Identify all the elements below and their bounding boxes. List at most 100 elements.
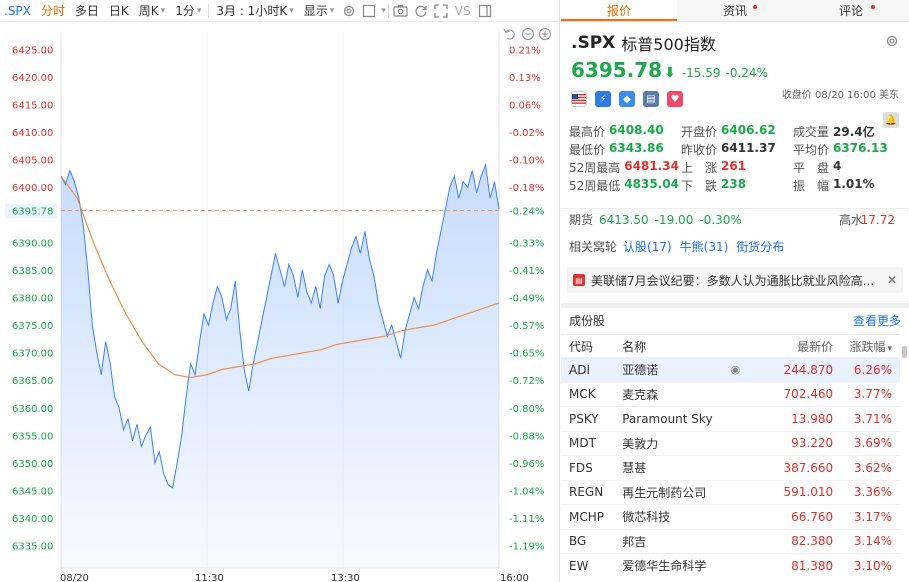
quote-tabs: 报价 资讯 评论 xyxy=(561,0,909,22)
document-icon[interactable]: ▤ xyxy=(643,91,659,107)
interval-select[interactable]: 1分 ▾ xyxy=(170,0,206,22)
settings-gear-icon[interactable] xyxy=(339,0,359,22)
tab-daily-k[interactable]: 日K xyxy=(104,0,134,22)
street-dist-link[interactable]: 街货分布 xyxy=(736,238,784,255)
news-text: 美联储7月会议纪要：多数人认为通胀比就业风险高... xyxy=(591,273,875,288)
range-select[interactable]: 3月 : 1小时K ▾ xyxy=(211,0,298,22)
fullscreen-icon[interactable] xyxy=(431,0,451,22)
pct-tick-label: -0.96% xyxy=(509,459,544,470)
tab-quote[interactable]: 报价 xyxy=(561,0,677,21)
y-tick-label: 6405.00 xyxy=(12,156,53,167)
news-banner[interactable]: ▤ 美联储7月会议纪要：多数人认为通胀比就业风险高... ✕ xyxy=(567,267,903,293)
stat-cell: 平 盘4 xyxy=(793,159,899,176)
us-flag-icon xyxy=(571,91,587,107)
lightning-icon[interactable]: ⚡ xyxy=(595,91,611,107)
pct-tick-label: 0.06% xyxy=(509,100,541,111)
price-change-pct: -0.24% xyxy=(725,66,768,80)
col-price[interactable]: 最新价 xyxy=(748,338,833,355)
tab-weekly-k-label: 周K xyxy=(138,4,159,18)
table-row[interactable]: MDT 美敦力 93.220 3.69% xyxy=(561,430,900,456)
col-name[interactable]: 名称 xyxy=(622,338,723,355)
tag-icon[interactable]: ◆ xyxy=(619,91,635,107)
table-row[interactable]: MCHP 微芯科技 66.760 3.17% xyxy=(561,504,900,529)
stock-code: EW xyxy=(569,558,589,573)
stock-change-pct: 3.62% xyxy=(853,460,893,475)
futures-pct: -0.30% xyxy=(699,212,742,227)
heart-icon[interactable]: ♥ xyxy=(667,91,683,107)
eye-icon[interactable]: ◉ xyxy=(723,363,748,376)
stat-value: 1.01% xyxy=(833,176,875,191)
chart-controls xyxy=(503,27,552,41)
col-code[interactable]: 代码 xyxy=(561,338,622,355)
undo-icon[interactable] xyxy=(503,28,515,40)
view-more-link[interactable]: 查看更多 xyxy=(853,312,901,329)
x-tick-label: 16:00 xyxy=(500,573,529,582)
toolbar-divider xyxy=(208,3,210,18)
chevron-down-icon[interactable]: ▾ xyxy=(381,6,386,16)
futures-row[interactable]: 期货 6413.50 -19.00 -0.30% 高水 17.72 xyxy=(561,208,909,230)
y-tick-label: 6410.00 xyxy=(12,128,53,139)
zoom-in-icon[interactable] xyxy=(538,27,552,41)
display-select[interactable]: 显示 ▾ xyxy=(299,0,340,22)
stock-change-pct: 3.69% xyxy=(853,436,893,451)
toolbar-symbol[interactable]: .SPX xyxy=(0,0,36,22)
table-row[interactable]: EW 爱德华生命科学 81.380 3.10% xyxy=(561,553,900,578)
stat-value: 6411.37 xyxy=(721,140,776,155)
y-tick-label: 6345.00 xyxy=(12,487,53,498)
stat-label: 平均价 xyxy=(793,142,830,157)
intraday-chart[interactable]: 6425.00 0.21% 6420.00 0.13% 6415.00 0.06% 6410… xyxy=(0,22,559,582)
table-row[interactable]: BG 邦吉 82.380 3.14% xyxy=(561,528,900,554)
news-icon: ▤ xyxy=(573,274,585,286)
stats-row: 最高价 6408.40 开盘价 6406.62 成交量 29.4亿 xyxy=(569,122,899,140)
stock-name: 微芯科技 xyxy=(622,510,671,525)
table-scrollbar[interactable] xyxy=(902,346,907,358)
last-price: 6395.78 xyxy=(571,58,663,82)
pct-tick-label: -0.65% xyxy=(509,349,544,360)
pct-tick-label: -0.24% xyxy=(509,206,544,217)
stat-cell: 平均价 6376.13 xyxy=(793,141,899,158)
tab-multiday[interactable]: 多日 xyxy=(70,0,104,22)
stock-name: Paramount Sky xyxy=(622,411,713,426)
table-row[interactable]: MCK 麦克森 702.460 3.77% xyxy=(561,381,900,407)
y-tick-label: 6350.00 xyxy=(12,459,53,470)
tab-quote-label: 报价 xyxy=(606,4,631,18)
table-row[interactable]: FDS 慧甚 387.660 3.62% xyxy=(561,455,900,480)
warrants-link[interactable]: 认股(17) xyxy=(623,238,672,255)
stat-label: 52周最高 xyxy=(569,160,621,175)
y-tick-label: 6365.00 xyxy=(12,376,53,387)
pct-tick-label: -1.11% xyxy=(509,514,544,525)
chevron-down-icon: ▾ xyxy=(887,343,893,354)
tab-news[interactable]: 资讯 xyxy=(677,0,793,21)
stock-code: PSKY xyxy=(569,411,599,426)
cbbc-link[interactable]: 牛熊(31) xyxy=(680,238,729,255)
tab-weekly-k[interactable]: 周K ▾ xyxy=(134,0,170,22)
tab-comments[interactable]: 评论 xyxy=(793,0,909,21)
unread-dot xyxy=(871,5,875,9)
table-row[interactable]: PSKY Paramount Sky 13.980 3.71% xyxy=(561,406,900,431)
pct-tick-label: -0.49% xyxy=(509,293,544,304)
stock-name: 慧甚 xyxy=(622,461,647,476)
col-change[interactable]: 涨跌幅 ▾ xyxy=(833,338,900,355)
collapse-caret-icon[interactable]: ⌃ xyxy=(705,189,713,200)
table-row[interactable]: ADI 亚德诺 ◉ 244.870 6.26% xyxy=(561,357,900,382)
stock-price: 591.010 xyxy=(783,485,834,500)
pct-tick-label: -0.02% xyxy=(509,128,544,139)
close-icon[interactable]: ✕ xyxy=(887,273,897,287)
stock-change-pct: 6.26% xyxy=(853,362,893,377)
draw-rect-icon[interactable] xyxy=(359,0,379,22)
stock-name: 美敦力 xyxy=(622,436,659,451)
refresh-icon[interactable] xyxy=(411,0,431,22)
table-row[interactable]: REGN 再生元制药公司 591.010 3.36% xyxy=(561,479,900,505)
stat-cell: 开盘价 6406.62 xyxy=(681,123,793,140)
camera-icon[interactable] xyxy=(391,0,411,22)
stock-code: MCK xyxy=(569,387,596,402)
gear-icon[interactable] xyxy=(885,34,899,52)
zoom-out-icon[interactable] xyxy=(521,27,535,41)
tab-intraday[interactable]: 分时 xyxy=(36,0,70,22)
compare-vs-button[interactable]: VS xyxy=(451,4,475,18)
stat-cell: 下 跌 238 xyxy=(681,177,793,194)
stat-label: 52周最低 xyxy=(569,178,621,193)
stat-label: 最低价 xyxy=(569,142,606,157)
window-toggle-icon[interactable] xyxy=(475,0,495,22)
stock-code: BG xyxy=(569,534,587,549)
